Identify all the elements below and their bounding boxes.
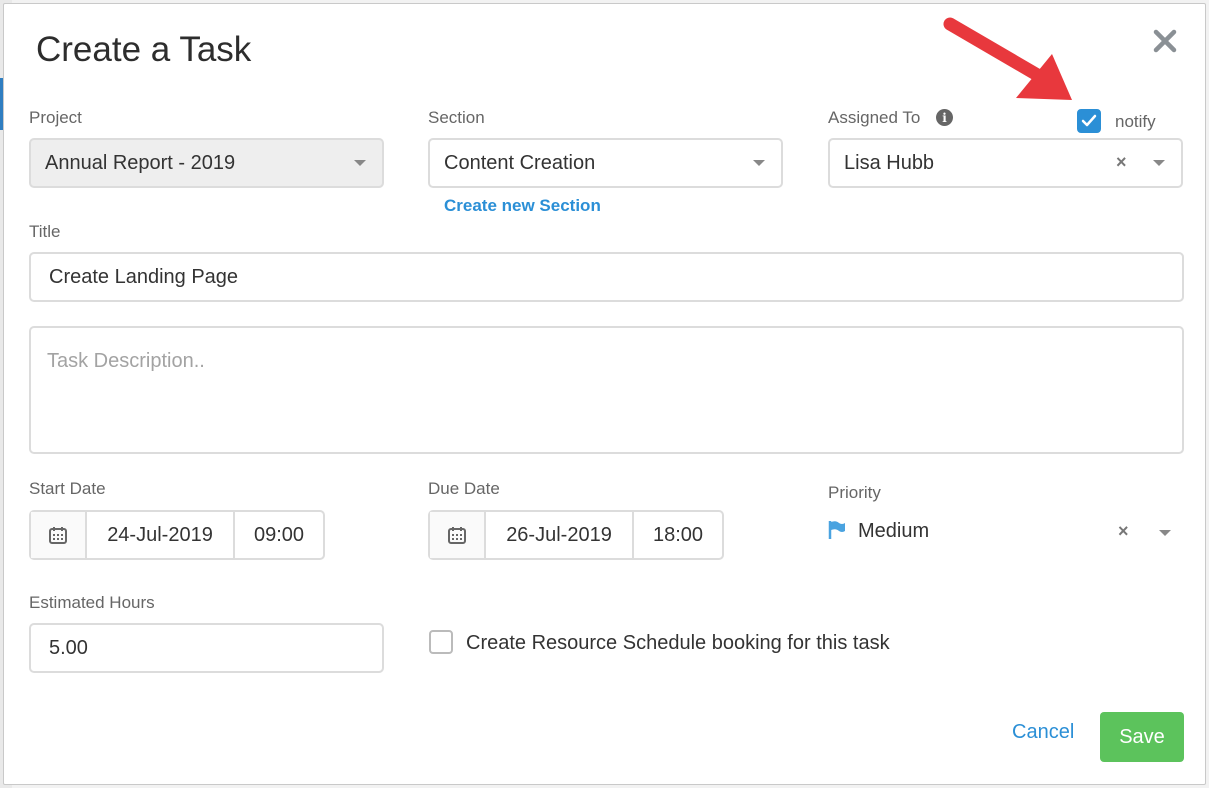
start-date-group: 24-Jul-2019 09:00 <box>29 510 325 560</box>
title-value: Create Landing Page <box>49 265 239 288</box>
save-button[interactable]: Save <box>1100 712 1184 762</box>
create-section-link[interactable]: Create new Section <box>444 196 601 216</box>
title-label: Title <box>29 222 61 241</box>
due-date-input[interactable]: 26-Jul-2019 <box>486 512 634 558</box>
description-textarea[interactable]: Task Description.. <box>29 326 1184 454</box>
estimated-hours-value: 5.00 <box>49 636 88 659</box>
checkmark-icon <box>1081 114 1097 127</box>
estimated-hours-label: Estimated Hours <box>29 593 155 612</box>
start-date-input[interactable]: 24-Jul-2019 <box>87 512 235 558</box>
cancel-button[interactable]: Cancel <box>1012 721 1074 744</box>
notify-label: notify <box>1115 112 1156 131</box>
chevron-down-icon <box>1153 160 1165 166</box>
section-label: Section <box>428 108 485 127</box>
resource-booking-label: Create Resource Schedule booking for thi… <box>466 632 890 654</box>
flag-icon <box>828 521 845 539</box>
section-value: Content Creation <box>444 151 596 174</box>
chevron-down-icon <box>753 160 765 166</box>
due-date-group: 26-Jul-2019 18:00 <box>428 510 724 560</box>
due-time-input[interactable]: 18:00 <box>634 512 722 558</box>
priority-label: Priority <box>828 483 881 502</box>
project-label: Project <box>29 108 82 127</box>
title-input[interactable]: Create Landing Page <box>29 252 1184 302</box>
description-placeholder: Task Description.. <box>47 350 205 372</box>
start-date-label: Start Date <box>29 479 106 498</box>
priority-select[interactable]: Medium × <box>828 512 1183 552</box>
assigned-to-label: Assigned To <box>828 108 921 127</box>
project-value: Annual Report - 2019 <box>45 151 236 174</box>
annotation-arrow-icon <box>943 17 1072 100</box>
dialog-title: Create a Task <box>36 30 252 69</box>
calendar-icon[interactable] <box>31 512 87 558</box>
clear-icon[interactable]: × <box>1118 521 1129 542</box>
assigned-to-value: Lisa Hubb <box>844 151 935 174</box>
due-date-label: Due Date <box>428 479 500 498</box>
start-time-input[interactable]: 09:00 <box>235 512 323 558</box>
project-select[interactable]: Annual Report - 2019 <box>29 138 384 188</box>
assigned-to-select[interactable]: Lisa Hubb × <box>828 138 1183 188</box>
close-icon[interactable] <box>1152 28 1178 54</box>
estimated-hours-input[interactable]: 5.00 <box>29 623 384 673</box>
create-task-dialog: Create a Task Project Annual Report - 20… <box>3 3 1206 785</box>
priority-value: Medium <box>858 520 930 542</box>
chevron-down-icon <box>1159 530 1171 536</box>
clear-icon[interactable]: × <box>1116 152 1127 173</box>
section-select[interactable]: Content Creation <box>428 138 783 188</box>
resource-booking-checkbox[interactable] <box>429 630 453 654</box>
chevron-down-icon <box>354 160 366 166</box>
calendar-icon[interactable] <box>430 512 486 558</box>
